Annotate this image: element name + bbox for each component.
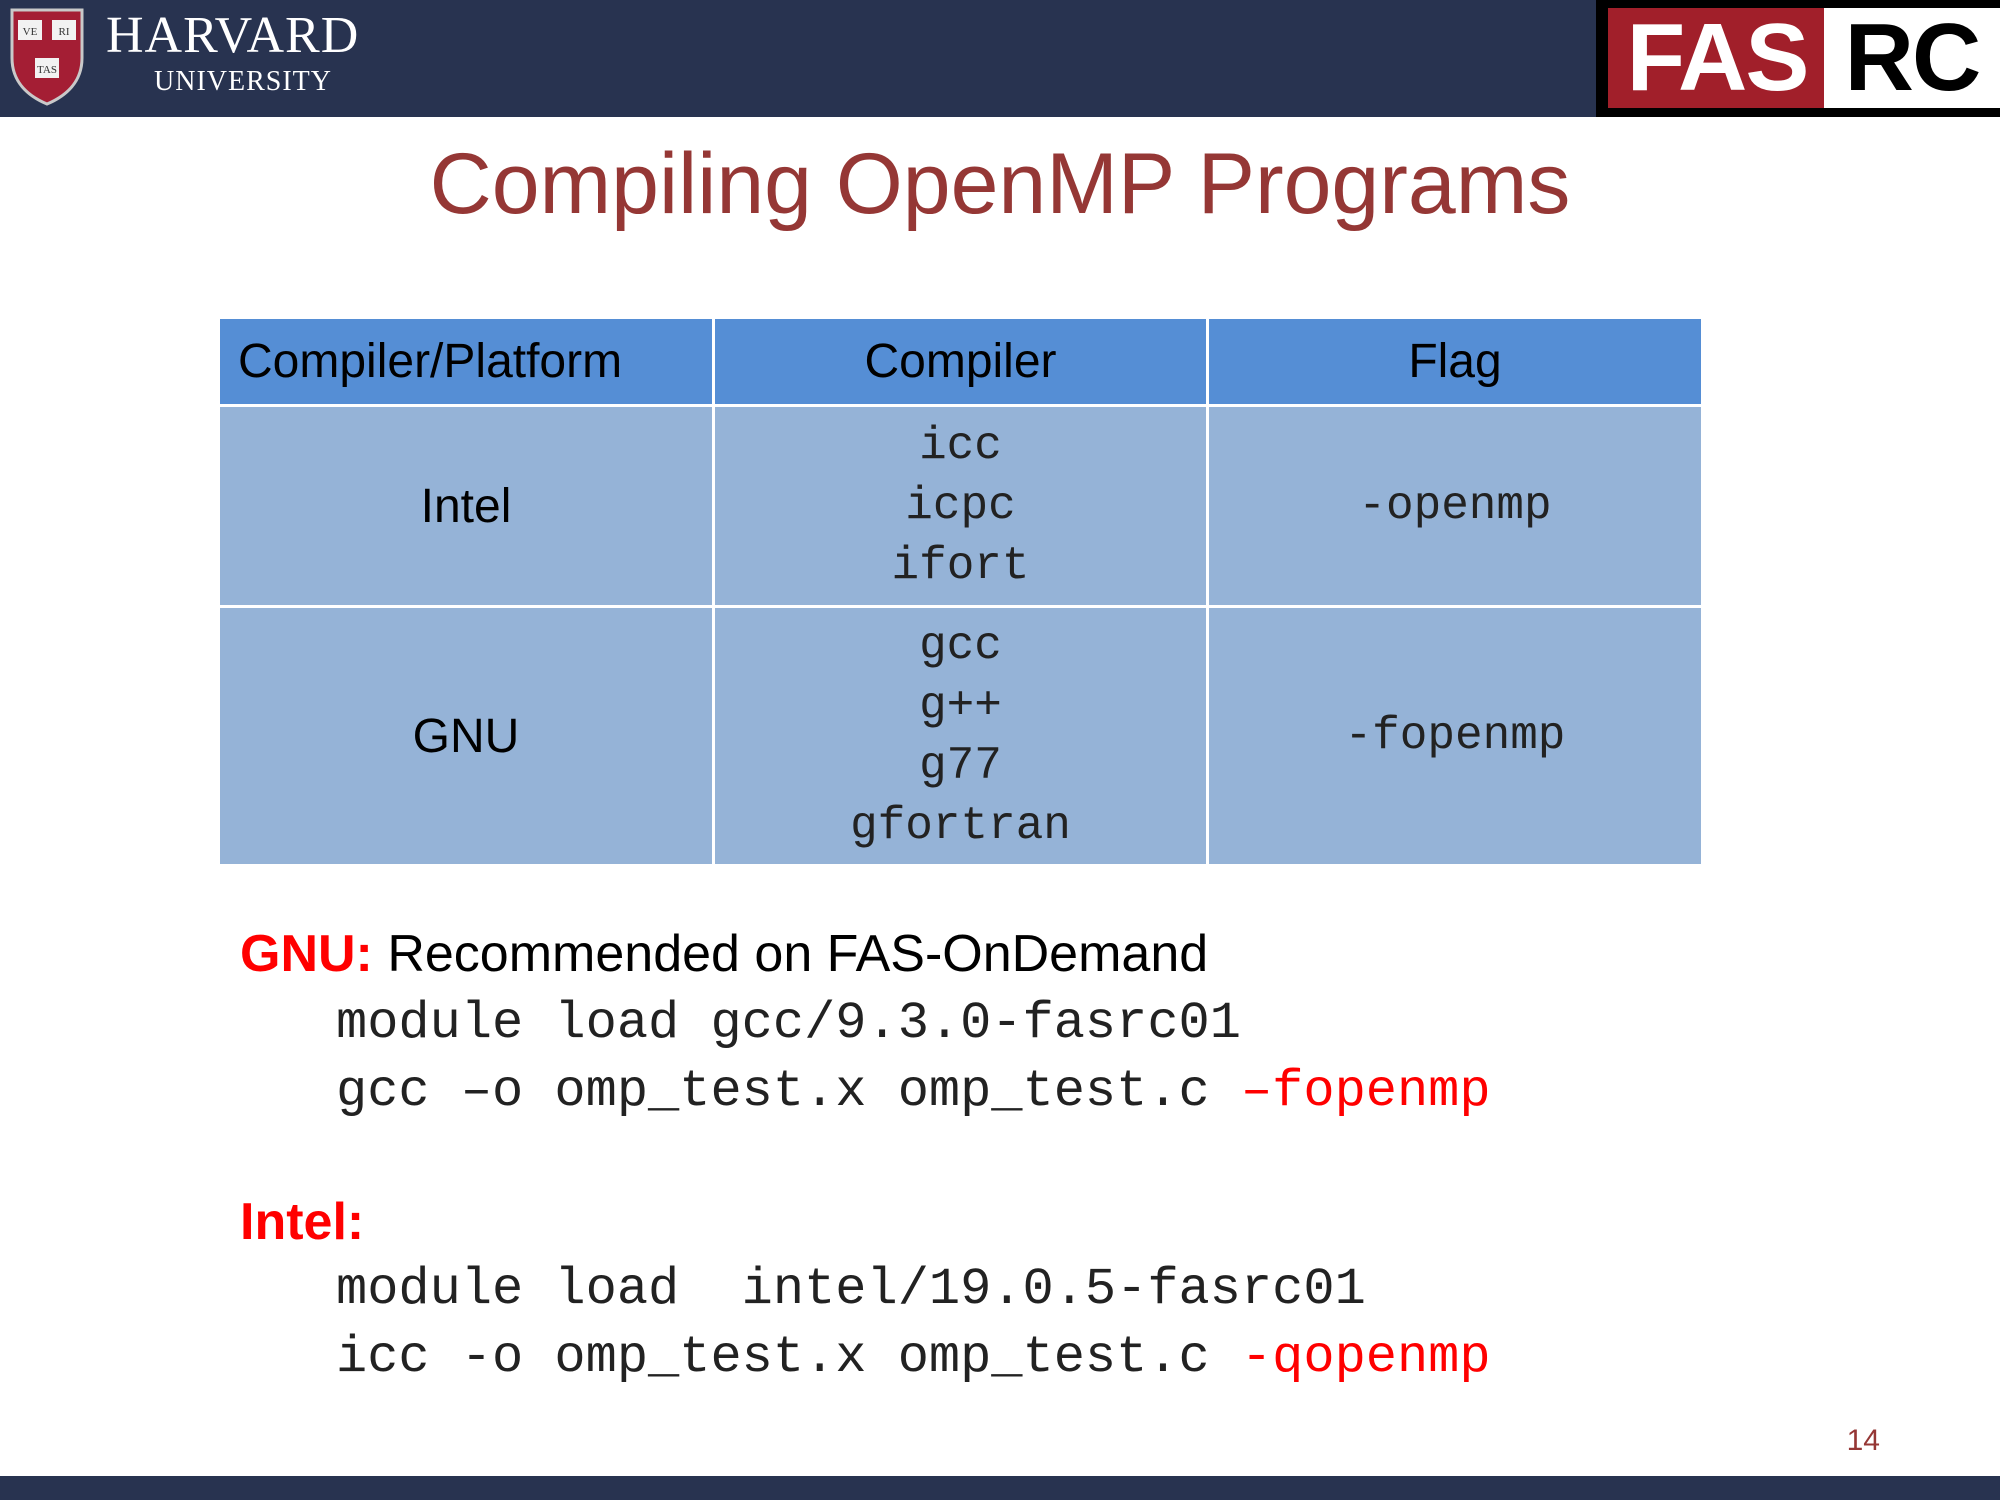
compiler-name: g77 bbox=[919, 740, 1002, 792]
fasrc-logo-fas-text: FAS bbox=[1626, 4, 1810, 111]
compiler-name: ifort bbox=[891, 540, 1030, 592]
gnu-compile-flag: –fopenmp bbox=[1240, 1062, 1491, 1121]
compiler-name: gcc bbox=[919, 620, 1002, 672]
intel-label: Intel: bbox=[240, 1193, 365, 1251]
shield-text-tas: TAS bbox=[37, 64, 57, 76]
flag-cell: -openmp bbox=[1206, 404, 1704, 608]
gnu-label: GNU: bbox=[240, 925, 373, 983]
compiler-name: icpc bbox=[905, 480, 1016, 532]
intel-compile-command: icc -o omp_test.x omp_test.c -qopenmp bbox=[336, 1328, 1491, 1388]
flag-cell: -fopenmp bbox=[1206, 605, 1704, 867]
table-header-row: Compiler/Platform Compiler Flag bbox=[217, 316, 1704, 407]
header-platform: Compiler/Platform bbox=[217, 316, 715, 407]
shield-text-ve: VE bbox=[23, 26, 38, 38]
flag-value: -fopenmp bbox=[1344, 710, 1566, 762]
intel-heading: Intel: bbox=[240, 1192, 364, 1252]
intel-compile-cmd: icc -o omp_test.x omp_test.c bbox=[336, 1328, 1241, 1387]
footer-bar bbox=[0, 1476, 2000, 1500]
platform-cell: Intel bbox=[217, 404, 715, 608]
gnu-compile-cmd: gcc –o omp_test.x omp_test.c bbox=[336, 1062, 1241, 1121]
table-row: GNU gcc g++ g77 gfortran -fopenmp bbox=[217, 605, 1704, 867]
gnu-compile-command: gcc –o omp_test.x omp_test.c –fopenmp bbox=[336, 1062, 1491, 1122]
table-row: Intel icc icpc ifort -openmp bbox=[217, 404, 1704, 608]
university-wordmark: UNIVERSITY bbox=[154, 66, 332, 97]
header-flag: Flag bbox=[1206, 316, 1704, 407]
header-compiler: Compiler bbox=[712, 316, 1209, 407]
platform-cell: GNU bbox=[217, 605, 715, 867]
compiler-table: Compiler/Platform Compiler Flag Intel ic… bbox=[217, 316, 1704, 867]
compiler-name: icc bbox=[919, 420, 1002, 472]
harvard-wordmark: HARVARD bbox=[106, 7, 360, 64]
gnu-note: Recommended on FAS-OnDemand bbox=[372, 925, 1209, 983]
shield-text-ri: RI bbox=[59, 26, 70, 38]
compiler-cell: icc icpc ifort bbox=[712, 404, 1209, 608]
fasrc-logo-rc-text: RC bbox=[1844, 4, 1982, 111]
harvard-shield-icon: VE RI TAS bbox=[10, 8, 84, 106]
page-number: 14 bbox=[1846, 1424, 1880, 1457]
compiler-cell: gcc g++ g77 gfortran bbox=[712, 605, 1209, 867]
compiler-name: g++ bbox=[919, 680, 1002, 732]
gnu-heading: GNU: Recommended on FAS-OnDemand bbox=[240, 924, 1208, 984]
compiler-name: gfortran bbox=[850, 800, 1071, 852]
flag-value: -openmp bbox=[1358, 480, 1552, 532]
intel-compile-flag: -qopenmp bbox=[1240, 1328, 1491, 1387]
slide-title: Compiling OpenMP Programs bbox=[429, 136, 1571, 232]
gnu-module-command: module load gcc/9.3.0-fasrc01 bbox=[336, 994, 1241, 1053]
intel-module-command: module load intel/19.0.5-fasrc01 bbox=[336, 1260, 1366, 1319]
